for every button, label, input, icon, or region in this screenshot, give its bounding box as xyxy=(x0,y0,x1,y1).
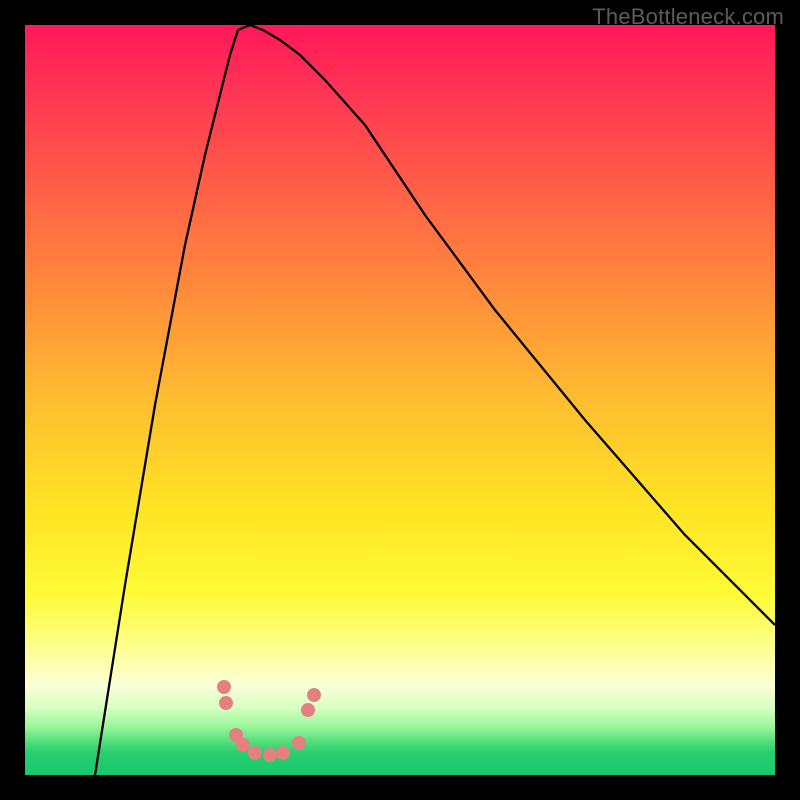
curve-path-group xyxy=(95,25,775,775)
curve-marker xyxy=(301,703,315,717)
curve-marker xyxy=(292,736,306,750)
curve-marker xyxy=(276,746,290,760)
curve-marker xyxy=(217,680,231,694)
curve-marker xyxy=(236,738,250,752)
curve-marker xyxy=(307,688,321,702)
chart-plot-area xyxy=(25,25,775,775)
curve-markers xyxy=(217,680,321,762)
bottleneck-curve xyxy=(95,25,775,775)
curve-marker xyxy=(248,746,262,760)
bottleneck-curve-svg xyxy=(25,25,775,775)
curve-marker xyxy=(219,696,233,710)
curve-marker xyxy=(263,748,277,762)
